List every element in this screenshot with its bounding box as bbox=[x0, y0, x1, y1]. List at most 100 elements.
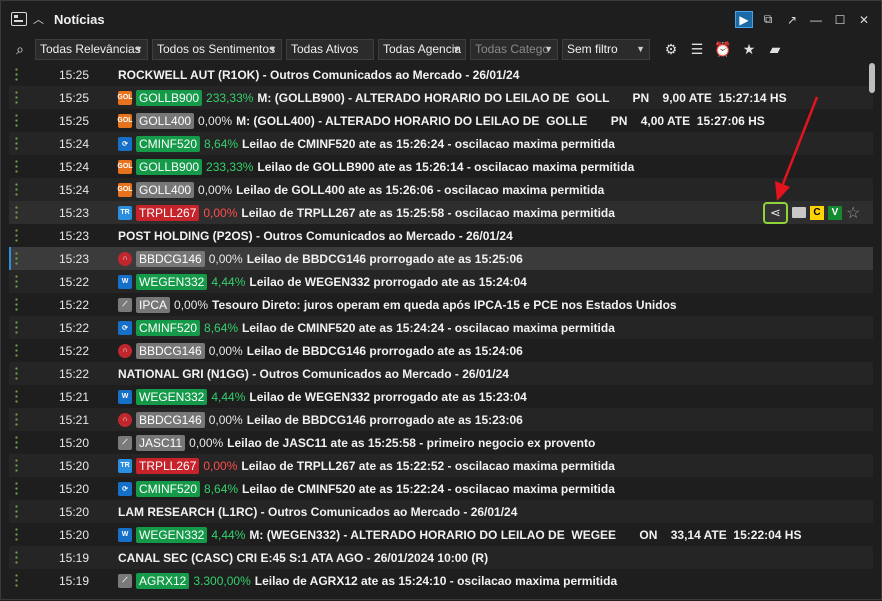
close-icon[interactable]: ✕ bbox=[855, 11, 873, 28]
drag-grip-icon[interactable] bbox=[15, 159, 18, 174]
drag-grip-icon[interactable] bbox=[15, 343, 18, 358]
news-headline[interactable]: Leilao de TRPLL267 ate as 15:25:58 - osc… bbox=[241, 206, 615, 220]
detach-window-icon[interactable]: ⧉ bbox=[759, 11, 777, 28]
news-row[interactable]: 15:22 ⟋ IPCA 0,00% Tesouro Direto: juros ope… bbox=[9, 293, 873, 316]
news-row[interactable]: 15:24 ⟳ CMINF520 8,64% Leilao de CMINF520 at… bbox=[9, 132, 873, 155]
mail-icon[interactable] bbox=[792, 207, 806, 218]
drag-grip-icon[interactable] bbox=[15, 504, 18, 519]
drag-grip-icon[interactable] bbox=[15, 228, 18, 243]
scrollbar-thumb[interactable] bbox=[869, 63, 875, 93]
drag-grip-icon[interactable] bbox=[15, 205, 18, 220]
drag-grip-icon[interactable] bbox=[15, 274, 18, 289]
news-headline[interactable]: CANAL SEC (CASC) CRI E:45 S:1 ATA AGO - … bbox=[118, 551, 488, 565]
sell-v-button[interactable]: V bbox=[828, 205, 842, 220]
news-headline[interactable]: M: (WEGEN332) - ALTERADO HORARIO DO LEIL… bbox=[249, 528, 801, 542]
ticker-badge[interactable]: CMINF520 bbox=[136, 319, 201, 336]
drag-grip-icon[interactable] bbox=[15, 573, 18, 588]
drag-grip-icon[interactable] bbox=[15, 113, 18, 128]
news-row[interactable]: 15:24 GOL GOLLB900 233,33% Leilao de GOLLB90… bbox=[9, 155, 873, 178]
ticker-badge[interactable]: WEGEN332 bbox=[136, 388, 208, 405]
news-headline[interactable]: LAM RESEARCH (L1RC) - Outros Comunicados… bbox=[118, 505, 517, 519]
buy-c-button[interactable]: C bbox=[810, 205, 824, 220]
news-app-icon[interactable] bbox=[11, 12, 27, 26]
drag-grip-icon[interactable] bbox=[15, 458, 18, 473]
drag-grip-icon[interactable] bbox=[15, 182, 18, 197]
ticker-badge[interactable]: CMINF520 bbox=[136, 480, 201, 497]
drag-grip-icon[interactable] bbox=[15, 67, 18, 82]
news-row[interactable]: 15:19 CANAL SEC (CASC) CRI E:45 S:1 ATA A… bbox=[9, 546, 873, 569]
relevance-dropdown[interactable]: Todas Relevâncias ▼ bbox=[35, 38, 148, 60]
ticker-badge[interactable]: TRPLL267 bbox=[136, 204, 200, 221]
ticker-badge[interactable]: BBDCG146 bbox=[136, 411, 205, 428]
sentiment-dropdown[interactable]: Todos os Sentimentos ▼ bbox=[152, 38, 282, 60]
drag-grip-icon[interactable] bbox=[15, 550, 18, 565]
news-row[interactable]: 15:19 ⟋ AGRX12 3.300,00% Leilao de AGRX12 at… bbox=[9, 569, 873, 592]
news-headline[interactable]: Leilao de WEGEN332 prorrogado ate as 15:… bbox=[249, 275, 526, 289]
news-row[interactable]: 15:23 TR TRPLL267 0,00% Leilao de TRPLL267 a… bbox=[9, 201, 873, 224]
news-headline[interactable]: Leilao de BBDCG146 prorrogado ate as 15:… bbox=[247, 252, 523, 266]
news-headline[interactable]: M: (GOLL400) - ALTERADO HORARIO DO LEILA… bbox=[236, 114, 765, 128]
vertical-scrollbar[interactable] bbox=[869, 63, 875, 593]
play-video-icon[interactable]: ▶ bbox=[735, 11, 753, 28]
settings-gear-icon[interactable]: ⚙ bbox=[662, 41, 680, 58]
category-dropdown[interactable]: Todas Catego ▼ bbox=[470, 38, 558, 60]
drag-grip-icon[interactable] bbox=[15, 251, 18, 266]
news-row[interactable]: 15:21 W WEGEN332 4,44% Leilao de WEGEN332 pr… bbox=[9, 385, 873, 408]
alarm-clock-icon[interactable]: ⏰ bbox=[714, 41, 732, 58]
layout-rows-icon[interactable]: ☰ bbox=[688, 41, 706, 58]
news-row[interactable]: 15:20 ⟳ CMINF520 8,64% Leilao de CMINF520 at… bbox=[9, 477, 873, 500]
news-headline[interactable]: Tesouro Direto: juros operam em queda ap… bbox=[212, 298, 677, 312]
news-row[interactable]: 15:22 W WEGEN332 4,44% Leilao de WEGEN332 pr… bbox=[9, 270, 873, 293]
ticker-badge[interactable]: GOLL400 bbox=[136, 181, 195, 198]
news-row[interactable]: 15:20 LAM RESEARCH (L1RC) - Outros Comuni… bbox=[9, 500, 873, 523]
news-headline[interactable]: NATIONAL GRI (N1GG) - Outros Comunicados… bbox=[118, 367, 509, 381]
ticker-badge[interactable]: WEGEN332 bbox=[136, 526, 208, 543]
ticker-badge[interactable]: JASC11 bbox=[136, 434, 186, 451]
drag-grip-icon[interactable] bbox=[15, 90, 18, 105]
drag-grip-icon[interactable] bbox=[15, 412, 18, 427]
news-row[interactable]: 15:20 ⟋ JASC11 0,00% Leilao de JASC11 ate as… bbox=[9, 431, 873, 454]
agency-dropdown[interactable]: Todas Agencia ▼ bbox=[378, 38, 466, 60]
ticker-badge[interactable]: BBDCG146 bbox=[136, 342, 205, 359]
share-icon[interactable]: ⋖ bbox=[763, 201, 788, 224]
ticker-badge[interactable]: GOLLB900 bbox=[136, 158, 203, 175]
news-headline[interactable]: Leilao de GOLL400 ate as 15:26:06 - osci… bbox=[236, 183, 604, 197]
ticker-badge[interactable]: GOLL400 bbox=[136, 112, 195, 129]
news-row[interactable]: 15:20 TR TRPLL267 0,00% Leilao de TRPLL267 a… bbox=[9, 454, 873, 477]
favorite-star-icon[interactable]: ☆ bbox=[846, 203, 860, 223]
ticker-badge[interactable]: AGRX12 bbox=[136, 572, 190, 589]
news-row[interactable]: 15:20 W WEGEN332 4,44% M: (WEGEN332) - ALTER… bbox=[9, 523, 873, 546]
chart-trend-icon[interactable]: ↗ bbox=[783, 11, 801, 28]
maximize-icon[interactable]: ☐ bbox=[831, 11, 849, 28]
drag-grip-icon[interactable] bbox=[15, 435, 18, 450]
news-row[interactable]: 15:21 ∩ BBDCG146 0,00% Leilao de BBDCG146 pr… bbox=[9, 408, 873, 431]
minimize-icon[interactable]: — bbox=[807, 11, 825, 28]
drag-grip-icon[interactable] bbox=[15, 481, 18, 496]
news-headline[interactable]: Leilao de BBDCG146 prorrogado ate as 15:… bbox=[247, 413, 523, 427]
drag-grip-icon[interactable] bbox=[15, 320, 18, 335]
favorites-star-icon[interactable]: ★ bbox=[740, 41, 758, 58]
news-row[interactable]: 15:24 GOL GOLL400 0,00% Leilao de GOLL400 at… bbox=[9, 178, 873, 201]
news-headline[interactable]: Leilao de GOLLB900 ate as 15:26:14 - osc… bbox=[257, 160, 634, 174]
ticker-badge[interactable]: CMINF520 bbox=[136, 135, 201, 152]
news-row[interactable]: 15:25 GOL GOLLB900 233,33% M: (GOLLB900) - A… bbox=[9, 86, 873, 109]
drag-grip-icon[interactable] bbox=[15, 136, 18, 151]
collapse-caret-icon[interactable]: ︿ bbox=[33, 11, 44, 27]
news-row[interactable]: 15:22 ⟳ CMINF520 8,64% Leilao de CMINF520 at… bbox=[9, 316, 873, 339]
news-headline[interactable]: Leilao de WEGEN332 prorrogado ate as 15:… bbox=[249, 390, 526, 404]
ticker-badge[interactable]: BBDCG146 bbox=[136, 250, 205, 267]
news-headline[interactable]: ROCKWELL AUT (R1OK) - Outros Comunicados… bbox=[118, 68, 519, 82]
news-row[interactable]: 15:22 NATIONAL GRI (N1GG) - Outros Comuni… bbox=[9, 362, 873, 385]
news-headline[interactable]: M: (GOLLB900) - ALTERADO HORARIO DO LEIL… bbox=[257, 91, 786, 105]
news-headline[interactable]: Leilao de CMINF520 ate as 15:24:24 - osc… bbox=[242, 321, 615, 335]
news-row[interactable]: 15:25 GOL GOLL400 0,00% M: (GOLL400) - ALTER… bbox=[9, 109, 873, 132]
drag-grip-icon[interactable] bbox=[15, 389, 18, 404]
search-icon[interactable]: ⌕ bbox=[11, 40, 29, 58]
drag-grip-icon[interactable] bbox=[15, 527, 18, 542]
news-headline[interactable]: Leilao de AGRX12 ate as 15:24:10 - oscil… bbox=[255, 574, 617, 588]
news-row[interactable]: 15:23 ∩ BBDCG146 0,00% Leilao de BBDCG146 pr… bbox=[9, 247, 873, 270]
ticker-badge[interactable]: WEGEN332 bbox=[136, 273, 208, 290]
news-headline[interactable]: Leilao de CMINF520 ate as 15:26:24 - osc… bbox=[242, 137, 615, 151]
ticker-badge[interactable]: GOLLB900 bbox=[136, 89, 203, 106]
news-headline[interactable]: Leilao de BBDCG146 prorrogado ate as 15:… bbox=[247, 344, 523, 358]
